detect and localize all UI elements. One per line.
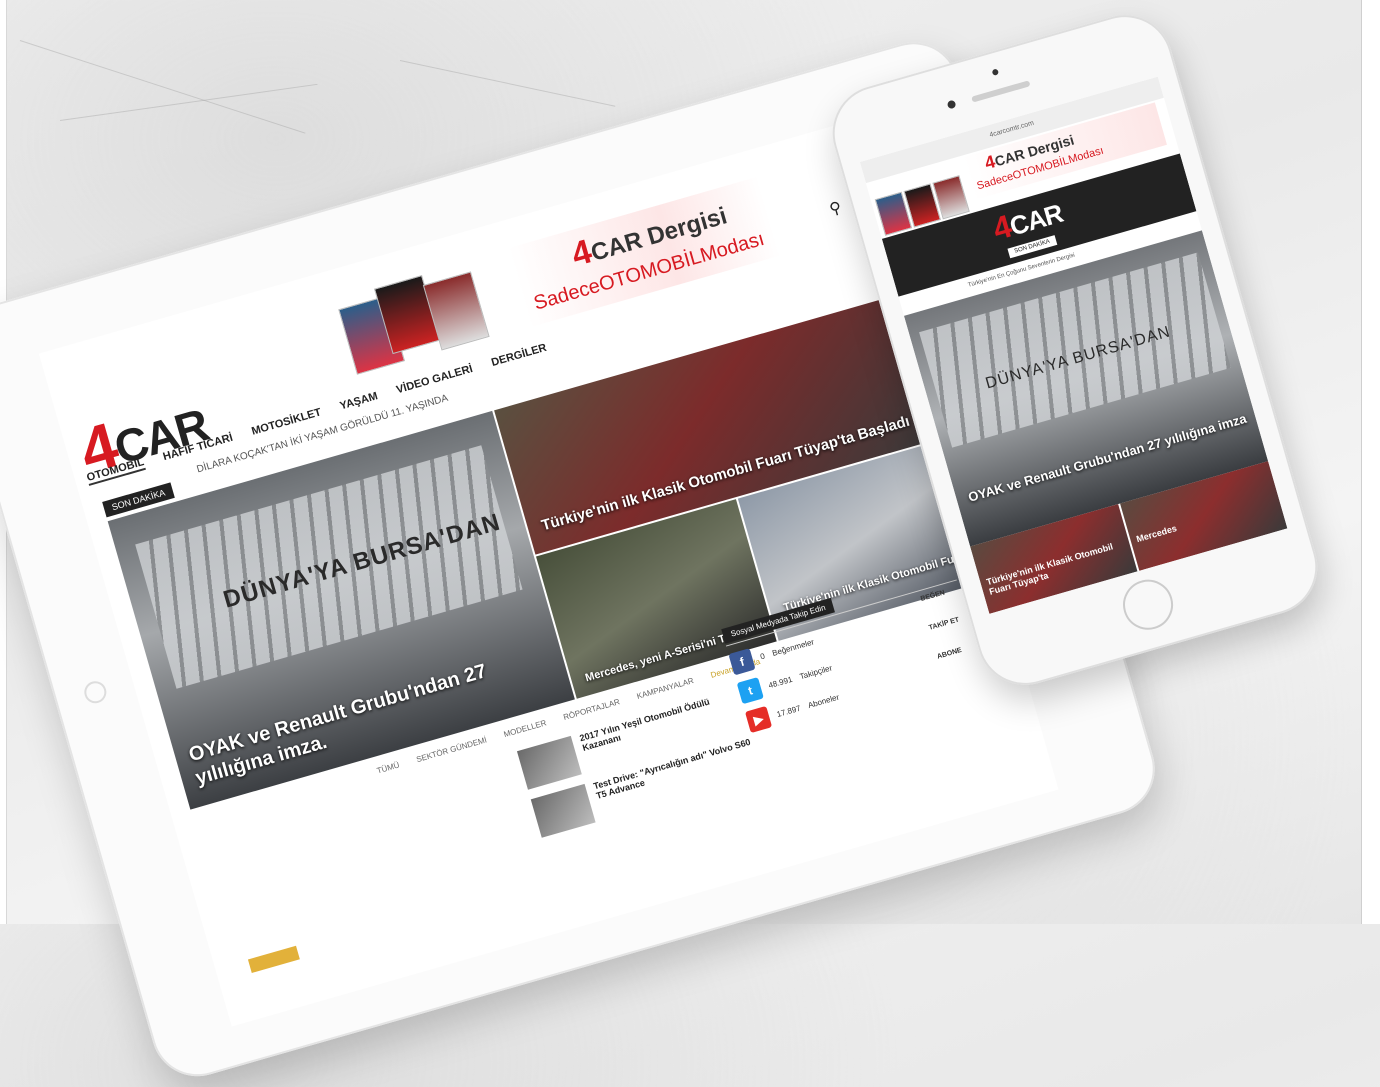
news-thumb: [530, 783, 596, 838]
phone-sensor: [946, 99, 957, 110]
phone-home-button[interactable]: [1117, 573, 1179, 636]
tab-roportajlar[interactable]: RÖPORTAJLAR: [562, 697, 621, 722]
search-icon[interactable]: ⚲: [827, 197, 844, 219]
tab-tumu[interactable]: TÜMÜ: [376, 760, 401, 775]
category-badge: [247, 945, 300, 973]
nav-item-video-galeri[interactable]: VİDEO GALERİ: [395, 363, 474, 396]
tablet-camera: [81, 678, 109, 706]
phone-speaker: [971, 80, 1031, 103]
news-list: 2017 Yılın Yeşil Otomobil Ödülü Kazananı…: [516, 688, 766, 848]
youtube-icon[interactable]: ▶: [744, 705, 773, 734]
tab-kampanyalar[interactable]: KAMPANYALAR: [636, 676, 695, 701]
tab-modeller[interactable]: MODELLER: [503, 718, 548, 739]
news-thumb: [516, 735, 582, 790]
nav-item-yasam[interactable]: YAŞAM: [339, 390, 380, 412]
nav-item-dergiler[interactable]: DERGİLER: [490, 342, 548, 369]
phone-camera: [991, 68, 1000, 76]
right-frame-edge: [1361, 0, 1380, 924]
twitter-icon[interactable]: t: [736, 677, 764, 705]
facebook-icon[interactable]: f: [728, 648, 756, 676]
